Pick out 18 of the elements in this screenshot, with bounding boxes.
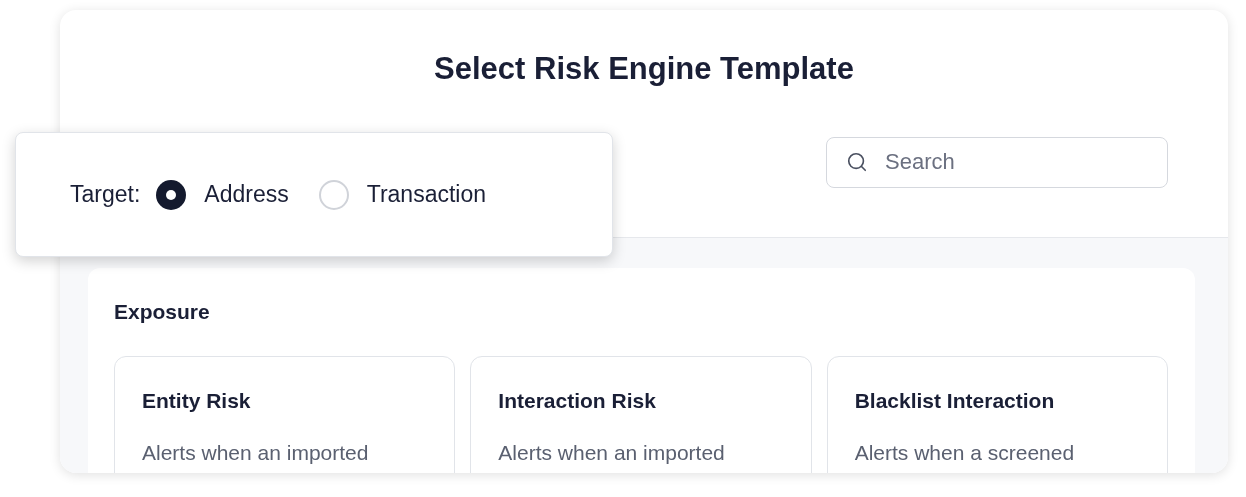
card-description: Alerts when a screened [854, 440, 1076, 466]
section-title: Exposure [114, 299, 211, 325]
search-field[interactable]: Search [826, 136, 1168, 188]
radio-option[interactable]: Address [156, 177, 289, 212]
card-description: Alerts when an imported [142, 440, 370, 466]
radio-option[interactable]: Transaction [318, 177, 486, 212]
template-card[interactable]: Entity Risk Alerts when an imported [114, 355, 456, 473]
target-label: Target: [70, 180, 141, 210]
template-card[interactable]: Blacklist Interaction Alerts when a screened [826, 355, 1168, 473]
card-title: Entity Risk [142, 387, 252, 414]
card-description: Alerts when an imported [498, 440, 726, 466]
dialog-title: Select Risk Engine Template [433, 50, 855, 88]
radio-button[interactable] [318, 179, 349, 210]
card-title: Interaction Risk [498, 387, 657, 414]
template-card[interactable]: Interaction Risk Alerts when an imported [470, 355, 812, 473]
search-icon [846, 150, 868, 173]
radio-button[interactable] [156, 179, 187, 210]
card-title: Blacklist Interaction [854, 387, 1056, 414]
